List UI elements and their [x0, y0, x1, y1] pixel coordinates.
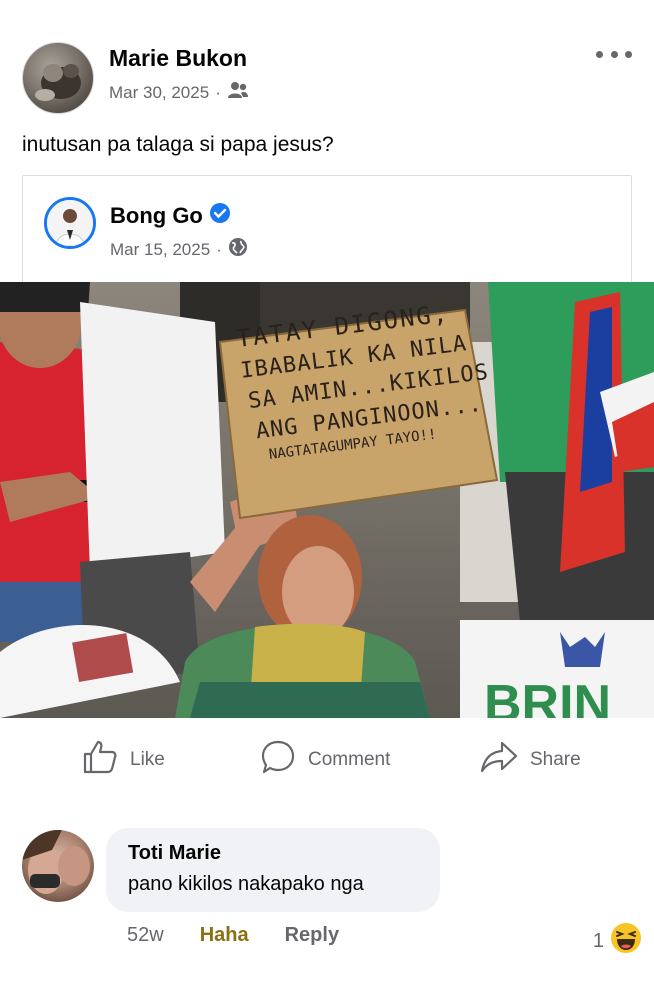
shared-author-avatar[interactable] — [44, 197, 96, 249]
commenter-avatar[interactable] — [22, 830, 94, 902]
protest-sign: TATAY DIGONG, IBABALIK KA NILA SA AMIN..… — [228, 285, 520, 516]
like-button[interactable]: Like — [82, 740, 165, 780]
globe-icon — [228, 237, 248, 262]
share-arrow-icon — [480, 739, 518, 781]
comment-time[interactable]: 52w — [127, 924, 164, 947]
meta-separator: · — [216, 239, 222, 259]
reaction-count: 1 — [592, 929, 604, 952]
comment-label: Comment — [308, 749, 391, 770]
post-actions: Like Comment Share — [0, 730, 654, 790]
banner-text: BRIN — [484, 675, 612, 718]
verified-badge-icon — [209, 202, 231, 230]
shared-meta: Mar 15, 2025 · — [110, 237, 248, 262]
friends-icon — [227, 81, 249, 104]
reaction-summary[interactable]: 1 — [593, 922, 642, 960]
shared-author-label[interactable]: Bong Go — [110, 203, 203, 229]
post-photo[interactable]: TATAY DIGONG, IBABALIK KA NILA SA AMIN..… — [0, 282, 654, 718]
share-button[interactable]: Share — [480, 740, 581, 780]
comment-text: pano kikilos nakapako nga — [128, 873, 364, 895]
post-header: Marie Bukon Mar 30, 2025 · — [22, 40, 632, 116]
comment-button[interactable]: Comment — [260, 740, 390, 780]
comment-footer: 52w Haha Reply — [127, 924, 339, 947]
shared-post-card[interactable]: Bong Go Mar 15, 2025 · — [22, 175, 632, 283]
haha-reaction-button[interactable]: Haha — [200, 924, 249, 947]
like-label: Like — [130, 749, 165, 770]
author-avatar[interactable] — [22, 42, 94, 114]
shared-author-name[interactable]: Bong Go — [110, 202, 231, 230]
post-text: inutusan pa talaga si papa jesus? — [22, 133, 334, 156]
shared-date[interactable]: Mar 15, 2025 — [110, 240, 210, 260]
post-meta: Mar 30, 2025 · — [109, 81, 249, 104]
comment-item: Toti Marie pano kikilos nakapako nga 52w… — [22, 828, 642, 978]
author-name[interactable]: Marie Bukon — [109, 45, 247, 72]
comment-bubble: Toti Marie pano kikilos nakapako nga — [106, 828, 440, 912]
thumbs-up-icon — [82, 739, 118, 781]
commenter-name[interactable]: Toti Marie — [128, 842, 418, 865]
comment-bubble-icon — [260, 739, 296, 781]
more-options-icon[interactable] — [596, 44, 632, 64]
meta-separator: · — [215, 82, 221, 102]
share-label: Share — [530, 749, 581, 770]
reply-button[interactable]: Reply — [285, 924, 339, 947]
haha-emoji-icon — [610, 922, 642, 960]
post-date[interactable]: Mar 30, 2025 — [109, 83, 209, 103]
